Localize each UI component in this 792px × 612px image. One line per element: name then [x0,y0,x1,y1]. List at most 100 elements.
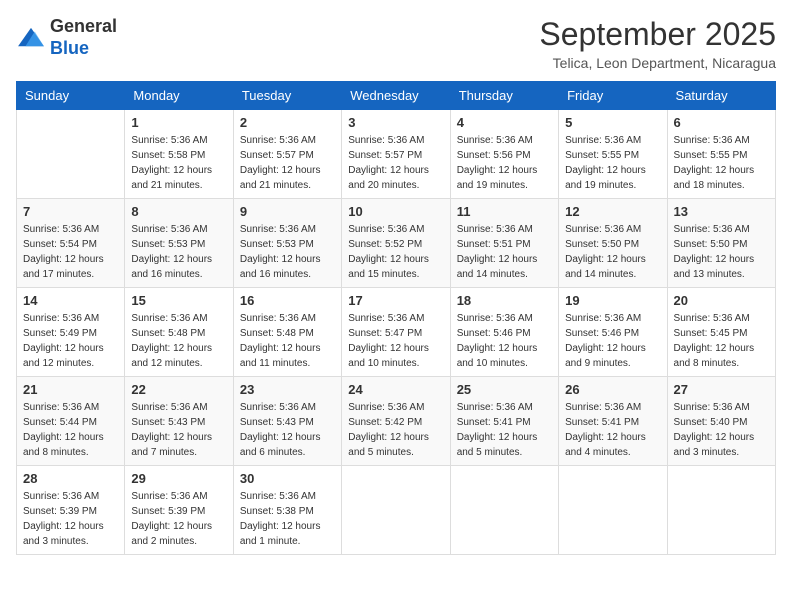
day-number: 24 [348,382,443,397]
day-number: 10 [348,204,443,219]
day-number: 26 [565,382,660,397]
logo-icon [16,26,46,50]
day-number: 5 [565,115,660,130]
calendar-day-cell: 26 Sunrise: 5:36 AMSunset: 5:41 PMDayligh… [559,377,667,466]
weekday-header-row: SundayMondayTuesdayWednesdayThursdayFrid… [17,82,776,110]
page-header: General Blue September 2025 Telica, Leon… [16,16,776,71]
day-number: 8 [131,204,226,219]
calendar-week-row: 1 Sunrise: 5:36 AMSunset: 5:58 PMDaylight… [17,110,776,199]
calendar-day-cell: 16 Sunrise: 5:36 AMSunset: 5:48 PMDayligh… [233,288,341,377]
weekday-header-cell: Monday [125,82,233,110]
calendar-day-cell: 23Sunrise: 5:36 AMSunset: 5:43 PMDayligh… [233,377,341,466]
day-info: Sunrise: 5:36 AMSunset: 5:53 PMDaylight:… [131,222,226,282]
day-info: Sunrise: 5:36 AMSunset: 5:55 PMDaylight:… [674,133,769,193]
calendar-day-cell: 9 Sunrise: 5:36 AMSunset: 5:53 PMDaylight… [233,199,341,288]
day-number: 1 [131,115,226,130]
logo: General Blue [16,16,117,59]
day-info: Sunrise: 5:36 AMSunset: 5:58 PMDaylight:… [131,133,226,193]
calendar-day-cell [450,466,558,555]
calendar-day-cell: 14 Sunrise: 5:36 AMSunset: 5:49 PMDayligh… [17,288,125,377]
calendar-week-row: 28 Sunrise: 5:36 AMSunset: 5:39 PMDayligh… [17,466,776,555]
weekday-header-cell: Wednesday [342,82,450,110]
day-number: 27 [674,382,769,397]
calendar-day-cell: 4 Sunrise: 5:36 AMSunset: 5:56 PMDaylight… [450,110,558,199]
day-number: 20 [674,293,769,308]
day-number: 13 [674,204,769,219]
calendar-day-cell: 2 Sunrise: 5:36 AMSunset: 5:57 PMDaylight… [233,110,341,199]
day-info: Sunrise: 5:36 AMSunset: 5:46 PMDaylight:… [457,311,552,371]
day-info: Sunrise: 5:36 AMSunset: 5:52 PMDaylight:… [348,222,443,282]
calendar-day-cell: 17Sunrise: 5:36 AMSunset: 5:47 PMDayligh… [342,288,450,377]
day-number: 9 [240,204,335,219]
calendar-body: 1 Sunrise: 5:36 AMSunset: 5:58 PMDaylight… [17,110,776,555]
day-info: Sunrise: 5:36 AMSunset: 5:57 PMDaylight:… [240,133,335,193]
day-info: Sunrise: 5:36 AMSunset: 5:45 PMDaylight:… [674,311,769,371]
day-number: 28 [23,471,118,486]
day-info: Sunrise: 5:36 AMSunset: 5:50 PMDaylight:… [674,222,769,282]
day-info: Sunrise: 5:36 AMSunset: 5:41 PMDaylight:… [457,400,552,460]
day-info: Sunrise: 5:36 AMSunset: 5:50 PMDaylight:… [565,222,660,282]
calendar-day-cell: 18 Sunrise: 5:36 AMSunset: 5:46 PMDayligh… [450,288,558,377]
day-info: Sunrise: 5:36 AMSunset: 5:48 PMDaylight:… [240,311,335,371]
calendar-day-cell: 19Sunrise: 5:36 AMSunset: 5:46 PMDayligh… [559,288,667,377]
calendar-day-cell: 21 Sunrise: 5:36 AMSunset: 5:44 PMDayligh… [17,377,125,466]
day-info: Sunrise: 5:36 AMSunset: 5:54 PMDaylight:… [23,222,118,282]
weekday-header-cell: Friday [559,82,667,110]
calendar-day-cell [559,466,667,555]
logo-text: General Blue [50,16,117,59]
day-number: 23 [240,382,335,397]
calendar-day-cell [342,466,450,555]
day-number: 2 [240,115,335,130]
day-info: Sunrise: 5:36 AMSunset: 5:55 PMDaylight:… [565,133,660,193]
day-info: Sunrise: 5:36 AMSunset: 5:53 PMDaylight:… [240,222,335,282]
day-number: 25 [457,382,552,397]
weekday-header-cell: Tuesday [233,82,341,110]
calendar-day-cell: 20 Sunrise: 5:36 AMSunset: 5:45 PMDayligh… [667,288,775,377]
day-number: 22 [131,382,226,397]
day-info: Sunrise: 5:36 AMSunset: 5:48 PMDaylight:… [131,311,226,371]
calendar-day-cell: 15Sunrise: 5:36 AMSunset: 5:48 PMDayligh… [125,288,233,377]
day-number: 3 [348,115,443,130]
calendar-table: SundayMondayTuesdayWednesdayThursdayFrid… [16,81,776,555]
calendar-day-cell: 30Sunrise: 5:36 AMSunset: 5:38 PMDayligh… [233,466,341,555]
day-number: 7 [23,204,118,219]
day-number: 14 [23,293,118,308]
day-number: 18 [457,293,552,308]
day-number: 6 [674,115,769,130]
day-info: Sunrise: 5:36 AMSunset: 5:56 PMDaylight:… [457,133,552,193]
day-info: Sunrise: 5:36 AMSunset: 5:39 PMDaylight:… [131,489,226,549]
weekday-header-cell: Saturday [667,82,775,110]
calendar-day-cell: 5 Sunrise: 5:36 AMSunset: 5:55 PMDaylight… [559,110,667,199]
calendar-day-cell: 12Sunrise: 5:36 AMSunset: 5:50 PMDayligh… [559,199,667,288]
day-number: 4 [457,115,552,130]
title-block: September 2025 Telica, Leon Department, … [539,16,776,71]
day-number: 11 [457,204,552,219]
day-number: 21 [23,382,118,397]
day-info: Sunrise: 5:36 AMSunset: 5:39 PMDaylight:… [23,489,118,549]
calendar-day-cell: 11 Sunrise: 5:36 AMSunset: 5:51 PMDayligh… [450,199,558,288]
weekday-header-cell: Thursday [450,82,558,110]
day-info: Sunrise: 5:36 AMSunset: 5:40 PMDaylight:… [674,400,769,460]
calendar-day-cell: 25 Sunrise: 5:36 AMSunset: 5:41 PMDayligh… [450,377,558,466]
day-info: Sunrise: 5:36 AMSunset: 5:51 PMDaylight:… [457,222,552,282]
calendar-day-cell: 27 Sunrise: 5:36 AMSunset: 5:40 PMDayligh… [667,377,775,466]
calendar-week-row: 21 Sunrise: 5:36 AMSunset: 5:44 PMDayligh… [17,377,776,466]
day-info: Sunrise: 5:36 AMSunset: 5:49 PMDaylight:… [23,311,118,371]
calendar-day-cell: 1 Sunrise: 5:36 AMSunset: 5:58 PMDaylight… [125,110,233,199]
weekday-header-cell: Sunday [17,82,125,110]
location: Telica, Leon Department, Nicaragua [539,55,776,71]
calendar-day-cell: 8 Sunrise: 5:36 AMSunset: 5:53 PMDaylight… [125,199,233,288]
calendar-day-cell: 10 Sunrise: 5:36 AMSunset: 5:52 PMDayligh… [342,199,450,288]
day-info: Sunrise: 5:36 AMSunset: 5:41 PMDaylight:… [565,400,660,460]
calendar-day-cell: 13 Sunrise: 5:36 AMSunset: 5:50 PMDayligh… [667,199,775,288]
calendar-day-cell: 6 Sunrise: 5:36 AMSunset: 5:55 PMDaylight… [667,110,775,199]
day-number: 19 [565,293,660,308]
day-number: 16 [240,293,335,308]
calendar-day-cell: 3Sunrise: 5:36 AMSunset: 5:57 PMDaylight… [342,110,450,199]
calendar-week-row: 7 Sunrise: 5:36 AMSunset: 5:54 PMDaylight… [17,199,776,288]
logo-blue: Blue [50,38,89,58]
day-info: Sunrise: 5:36 AMSunset: 5:47 PMDaylight:… [348,311,443,371]
day-info: Sunrise: 5:36 AMSunset: 5:44 PMDaylight:… [23,400,118,460]
calendar-day-cell: 7 Sunrise: 5:36 AMSunset: 5:54 PMDaylight… [17,199,125,288]
logo-general: General [50,16,117,36]
